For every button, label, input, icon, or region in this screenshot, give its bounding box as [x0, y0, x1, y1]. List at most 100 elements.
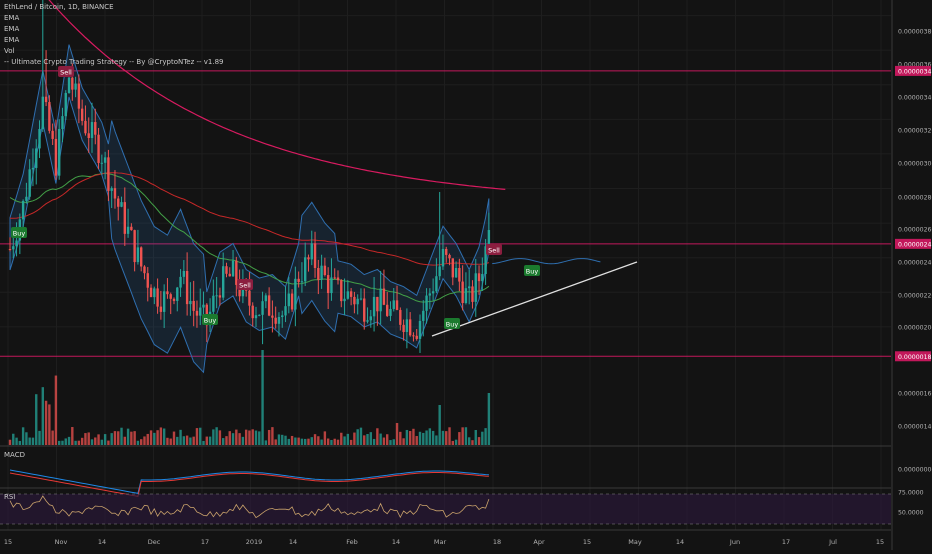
volume-bar — [97, 434, 100, 445]
sell-signal: Sell — [237, 279, 253, 290]
volume-bar — [281, 434, 284, 445]
candle-body — [428, 293, 432, 296]
cloud-band — [9, 44, 601, 374]
candle-body — [31, 167, 35, 170]
cloud-area — [9, 44, 490, 374]
candle-body — [64, 92, 67, 117]
volume-bar — [48, 404, 51, 445]
volume-bar — [159, 427, 163, 445]
candle-body — [445, 248, 448, 255]
volume-bar — [231, 433, 235, 445]
volume-bar — [71, 427, 74, 445]
volume-bar — [35, 394, 38, 445]
volume-bar — [284, 435, 287, 445]
volume-bar — [481, 431, 484, 445]
rsi-label: RSI — [4, 493, 16, 501]
signal-text: Sell — [488, 247, 500, 255]
time-tick-label: Nov — [55, 538, 68, 546]
candle-body — [281, 315, 284, 317]
time-tick-label: 2019 — [246, 538, 263, 546]
time-tick-label: 15 — [876, 538, 884, 546]
volume-bar — [100, 439, 104, 445]
volume-bar — [90, 439, 94, 445]
volume-bar — [77, 440, 81, 445]
candle-body — [405, 319, 409, 333]
candle-body — [330, 277, 333, 294]
candle-body — [307, 257, 310, 260]
candle-body — [146, 273, 149, 288]
volume-bar — [205, 436, 208, 445]
time-axis[interactable]: 15 Nov 14 Dec 17 2019 14 Feb 14 Mar 18 Apr 15 May 14 Ju… — [4, 538, 884, 546]
candle-body — [162, 291, 166, 312]
candle-body — [67, 77, 71, 93]
candle-body — [448, 254, 451, 259]
candle-body — [287, 293, 290, 307]
volume-bar — [254, 430, 258, 445]
candle-body — [113, 188, 117, 199]
candle-body — [153, 288, 156, 298]
volume-bar — [317, 436, 320, 445]
signal-text: Buy — [526, 268, 539, 276]
signal-text: Buy — [204, 317, 217, 325]
candle-body — [41, 96, 44, 130]
candle-body — [386, 304, 389, 316]
chart-area[interactable]: Sell Buy Sell Buy Sell Buy Buy 0.00000380 0.000… — [0, 0, 932, 550]
volume-bar — [153, 432, 156, 445]
candle-body — [304, 257, 307, 282]
volume-bar — [146, 433, 149, 445]
candle-body — [8, 249, 12, 251]
candle-body — [284, 306, 287, 316]
candle-body — [326, 275, 330, 294]
candle-body — [140, 247, 143, 267]
time-tick-label: 15 — [4, 538, 12, 546]
candle-body — [179, 276, 182, 288]
candle-body — [12, 246, 15, 250]
candle-body — [103, 157, 107, 163]
volume-bar — [176, 436, 179, 445]
volume-bar — [64, 438, 67, 445]
volume-bar — [458, 432, 461, 445]
signal-text: Sell — [60, 69, 72, 77]
candle-body — [51, 130, 54, 139]
time-tick-label: 15 — [583, 538, 591, 546]
time-tick-label: 18 — [493, 538, 501, 546]
candle-body — [464, 288, 468, 304]
candle-body — [94, 122, 97, 135]
price-axis[interactable]: 0.000003800.000003600.000003400.00000320… — [891, 0, 932, 550]
volume-bar — [372, 438, 376, 445]
candle-body — [317, 267, 320, 280]
volume-bar — [84, 433, 87, 445]
candle-body — [15, 240, 18, 247]
volume-bar — [94, 437, 97, 445]
candle-body — [435, 276, 438, 292]
candle-body — [264, 295, 268, 302]
candle-body — [231, 260, 235, 277]
candle-body — [71, 77, 74, 90]
price-chart[interactable]: Sell Buy Sell Buy Sell Buy Buy 0.00000380 0.000… — [0, 0, 932, 550]
candle-body — [192, 300, 195, 311]
candle-body — [258, 314, 261, 316]
time-tick-label: 14 — [289, 538, 297, 546]
candle-body — [290, 293, 294, 310]
price-tick-label: 0.00000300 — [898, 161, 932, 168]
price-tick-label: 0.00000000 — [898, 467, 932, 474]
volume-bar — [251, 429, 254, 445]
volume-bar — [300, 438, 304, 445]
price-tick-label: 0.00000140 — [898, 424, 932, 431]
candle-body — [359, 298, 363, 300]
candle-body — [222, 266, 225, 298]
volume-bar — [28, 437, 31, 445]
candle-body — [123, 202, 126, 234]
volume-bar — [140, 439, 143, 445]
volume-bar — [80, 437, 84, 445]
price-level-label: 0.00000183 — [898, 354, 932, 361]
candle-body — [117, 198, 120, 207]
candle-body — [202, 304, 205, 308]
volume-bar — [212, 429, 215, 445]
volume-bar — [313, 434, 317, 445]
volume-bar — [320, 439, 323, 445]
candle-body — [369, 316, 372, 321]
volume-bar — [356, 429, 359, 445]
volume-bar — [343, 436, 346, 445]
candle-body — [425, 295, 428, 311]
